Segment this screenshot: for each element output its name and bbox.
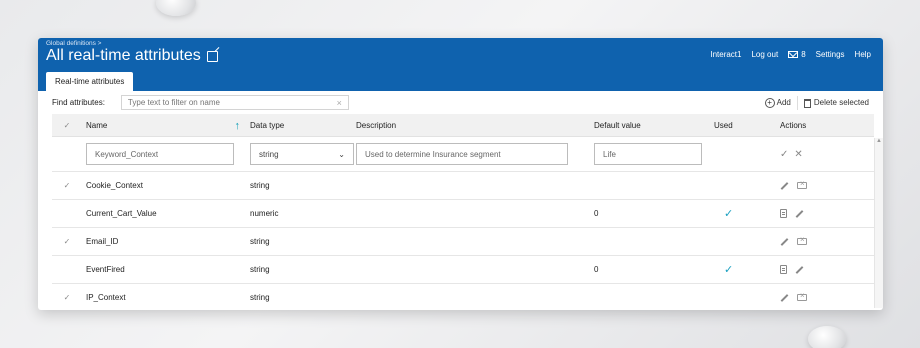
decorative-bubble	[808, 326, 846, 348]
used-cell: ✓	[714, 207, 776, 220]
delete-icon[interactable]	[797, 235, 807, 246]
pencil-icon[interactable]	[795, 209, 804, 218]
column-header-name[interactable]: Name ↑	[82, 120, 250, 132]
sort-ascending-icon[interactable]: ↑	[235, 120, 241, 132]
description-cell	[354, 143, 594, 165]
header-nav: Interact1 Log out 8 Settings Help	[710, 50, 871, 59]
column-header-description[interactable]: Description	[354, 121, 594, 130]
clipboard-icon[interactable]	[780, 265, 787, 275]
clear-icon[interactable]: ×	[337, 98, 342, 108]
page-title-text: All real-time attributes	[46, 47, 201, 64]
delete-icon[interactable]	[797, 291, 807, 302]
chevron-down-icon: ⌄	[338, 149, 345, 159]
table-row[interactable]: EventFired string 0 ✓	[52, 256, 874, 284]
pencil-icon[interactable]	[780, 238, 789, 246]
actions-cell	[776, 265, 874, 275]
column-header-default-value[interactable]: Default value	[594, 121, 714, 130]
attributes-table: ✓ Name ↑ Data type Description Default va…	[52, 114, 874, 310]
toolbar-actions: + Add Delete selected	[764, 96, 869, 110]
divider	[796, 96, 798, 110]
delete-icon[interactable]	[797, 179, 807, 190]
name-cell	[82, 143, 250, 165]
default-cell	[594, 143, 714, 165]
help-link[interactable]: Help	[855, 50, 871, 59]
delete-selected-button[interactable]: Delete selected	[803, 98, 869, 108]
select-all-checkbox[interactable]: ✓	[52, 121, 82, 130]
used-cell: ✓	[714, 263, 776, 276]
plus-circle-icon: +	[764, 98, 775, 108]
delete-label: Delete selected	[813, 98, 869, 108]
cancel-icon[interactable]: ✕	[794, 149, 808, 160]
actions-cell	[776, 235, 874, 246]
default-cell: 0	[594, 265, 599, 274]
find-label: Find attributes:	[52, 98, 105, 107]
name-cell: IP_Context	[86, 293, 126, 302]
filter-box[interactable]: ×	[120, 95, 349, 110]
user-name[interactable]: Interact1	[710, 50, 741, 59]
name-cell: Email_ID	[86, 237, 119, 246]
scrollbar[interactable]: ▲	[874, 138, 883, 308]
row-checkbox[interactable]: ✓	[52, 181, 82, 190]
table-body: ✓Cookie_ContextstringCurrent_Cart_Valuen…	[52, 172, 874, 310]
type-cell: string ⌄	[250, 143, 354, 165]
table-header: ✓ Name ↑ Data type Description Default va…	[52, 114, 874, 137]
name-cell: Cookie_Context	[86, 181, 143, 190]
name-input[interactable]	[86, 143, 234, 165]
column-header-actions: Actions	[780, 120, 807, 130]
data-type-value: string	[259, 149, 279, 159]
app-window: Global definitions > All real-time attri…	[38, 38, 883, 310]
pencil-icon[interactable]	[780, 294, 789, 302]
trash-icon	[803, 98, 811, 108]
table-row[interactable]: ✓ IP_Context string	[52, 284, 874, 310]
breadcrumb[interactable]: Global definitions >	[46, 40, 101, 47]
confirm-icon[interactable]: ✓	[780, 149, 794, 160]
edit-row: string ⌄ ✓✕	[52, 137, 874, 172]
table-row[interactable]: ✓ Email_ID string	[52, 228, 874, 256]
actions-cell	[776, 179, 874, 190]
type-cell: string	[250, 181, 270, 190]
page-title: All real-time attributes	[46, 47, 218, 65]
default-value-input[interactable]	[594, 143, 702, 165]
column-label: Name	[86, 120, 108, 130]
toolbar: Find attributes: × +Add Delete selected	[38, 91, 883, 114]
name-cell: EventFired	[86, 265, 125, 274]
envelope-icon	[788, 51, 799, 58]
mail-count: 8	[801, 50, 806, 59]
mail-button[interactable]: 8	[788, 50, 806, 59]
filter-input[interactable]	[127, 98, 318, 107]
add-label: Add	[776, 98, 791, 107]
row-checkbox[interactable]: ✓	[52, 293, 82, 302]
type-cell: string	[250, 237, 270, 246]
app-header: Global definitions > All real-time attri…	[38, 38, 883, 91]
used-check-icon: ✓	[724, 208, 734, 220]
decorative-bubble	[156, 0, 196, 16]
clipboard-icon[interactable]	[780, 209, 787, 219]
add-button[interactable]: + Add	[764, 98, 791, 108]
settings-link[interactable]: Settings	[816, 50, 845, 59]
open-external-icon[interactable]	[206, 50, 218, 62]
pencil-icon[interactable]	[780, 182, 789, 190]
type-cell: string	[250, 293, 270, 302]
table-row[interactable]: Current_Cart_Value numeric 0 ✓	[52, 200, 874, 228]
scroll-up-icon[interactable]: ▲	[875, 138, 883, 144]
default-cell: 0	[594, 209, 599, 218]
name-cell: Current_Cart_Value	[86, 209, 157, 218]
row-checkbox[interactable]: ✓	[52, 237, 82, 246]
logout-link[interactable]: Log out	[751, 50, 778, 59]
actions-cell	[776, 209, 874, 219]
actions-cell	[776, 291, 874, 302]
column-header-used[interactable]: Used	[714, 121, 776, 130]
column-header-data-type[interactable]: Data type	[250, 121, 354, 130]
data-type-select[interactable]: string ⌄	[250, 143, 354, 165]
used-check-icon: ✓	[724, 264, 734, 276]
type-cell: string	[250, 265, 270, 274]
tab-real-time-attributes[interactable]: Real-time attributes	[46, 72, 134, 91]
type-cell: numeric	[250, 209, 279, 218]
actions-cell: ✓✕	[776, 149, 874, 160]
pencil-icon[interactable]	[795, 265, 804, 274]
description-input[interactable]	[356, 143, 568, 165]
table-row[interactable]: ✓ Cookie_Context string	[52, 172, 874, 200]
